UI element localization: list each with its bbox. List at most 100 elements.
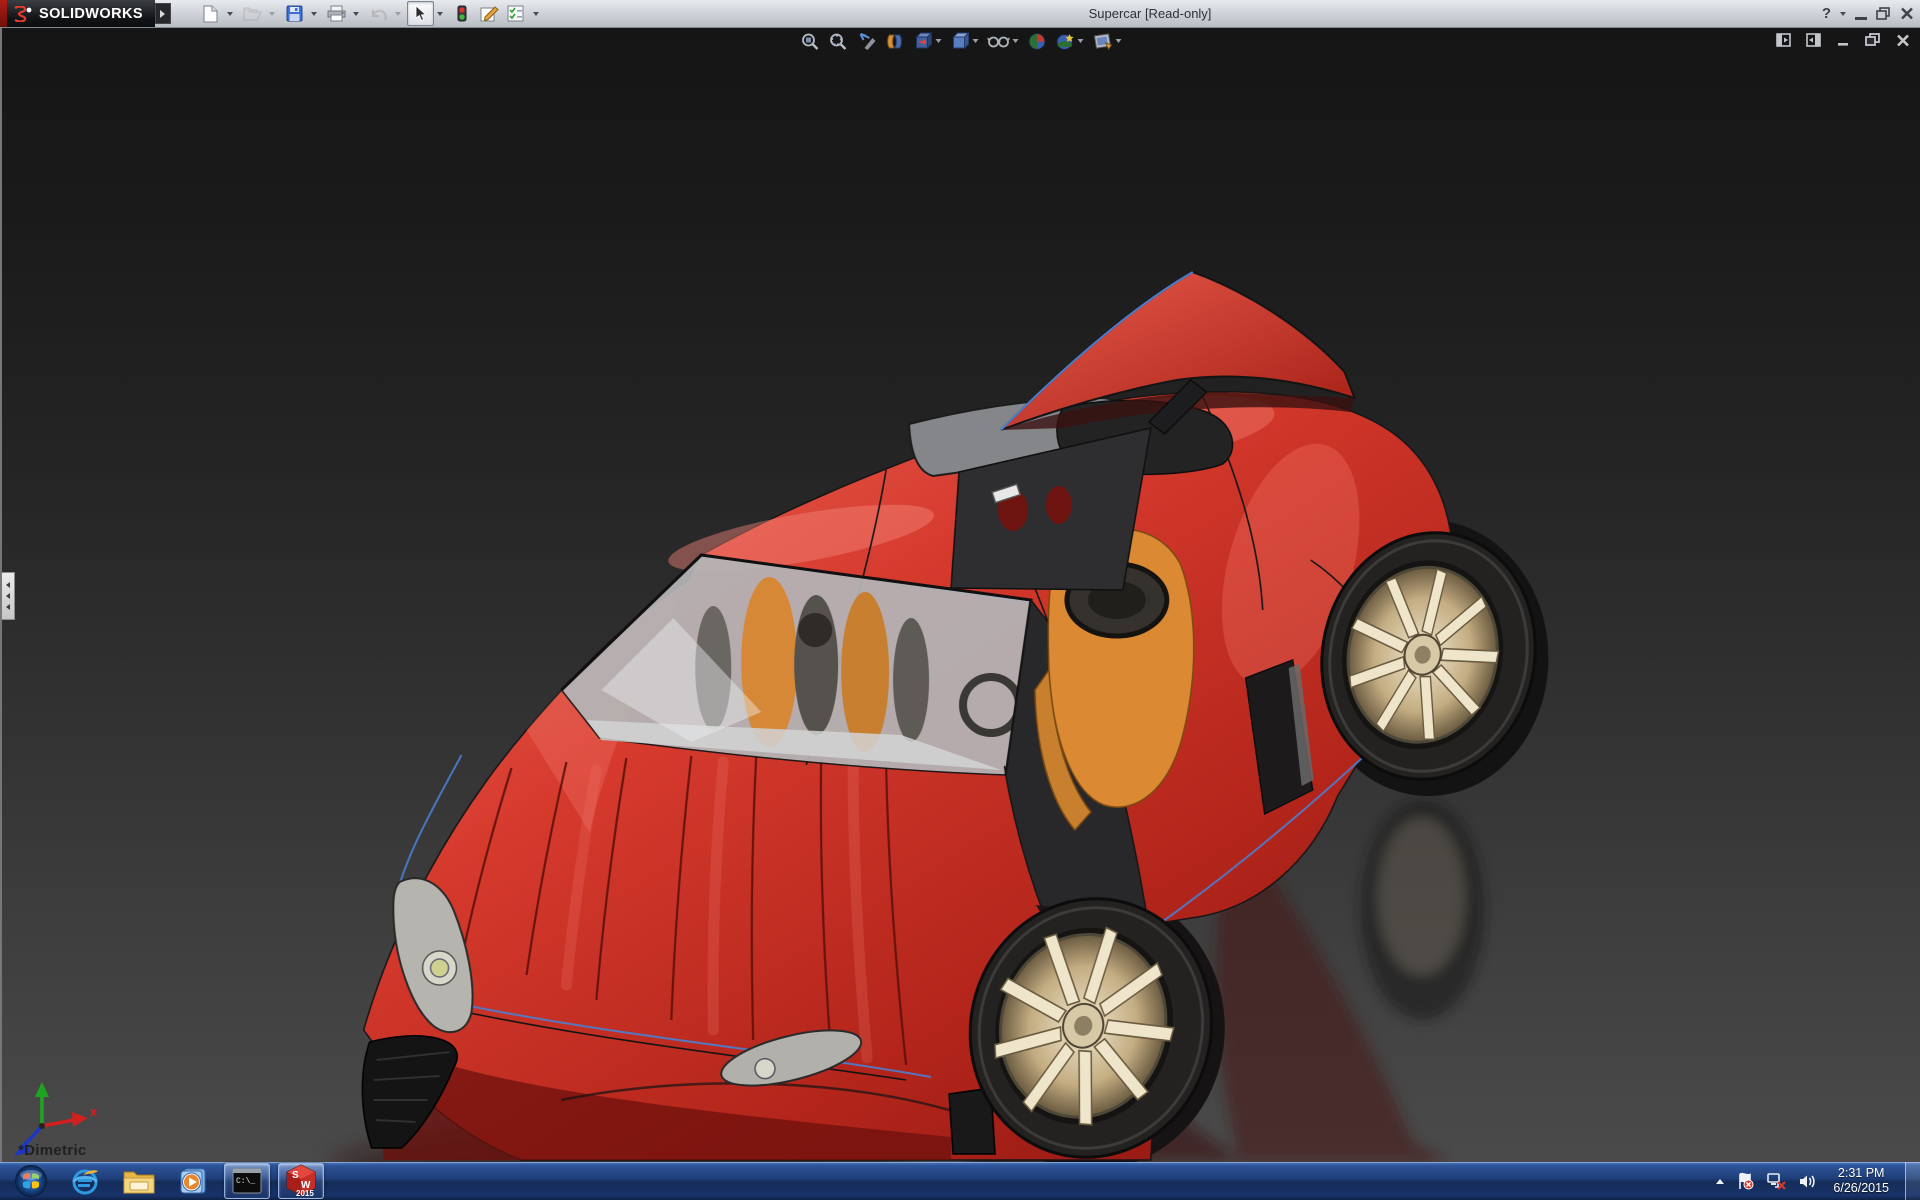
options-caret[interactable] [530, 2, 542, 25]
view-orientation-caret[interactable] [935, 39, 942, 43]
command-prompt-icon: C:\_ [232, 1168, 262, 1194]
zoom-to-area-icon [830, 33, 847, 50]
apply-scene-icon [1056, 33, 1074, 50]
edit-note-icon [480, 6, 499, 22]
save-caret[interactable] [308, 2, 320, 25]
options-checklist-icon [507, 5, 524, 22]
previous-view-button[interactable] [855, 30, 879, 52]
heads-up-view-toolbar [799, 30, 1124, 52]
view-orientation-icon [915, 31, 933, 49]
doc-minimize-button[interactable] [1836, 33, 1850, 47]
clock-date: 6/26/2015 [1833, 1181, 1889, 1195]
graphics-area[interactable]: x *Dimetric [0, 28, 1920, 1162]
print-button[interactable] [323, 1, 350, 26]
view-orientation-button[interactable] [912, 30, 944, 52]
doc-close-button[interactable] [1896, 34, 1910, 47]
logo-flyout-arrow[interactable] [154, 3, 171, 24]
3d-scene[interactable]: x [2, 28, 1920, 1162]
document-window-controls [1776, 33, 1910, 47]
display-style-button[interactable] [949, 30, 981, 52]
windows-start-icon [15, 1165, 47, 1197]
hide-show-items-icon [987, 36, 1010, 48]
edit-note-button[interactable] [476, 1, 503, 26]
help-caret[interactable] [1840, 11, 1846, 16]
solidworks-window: SOLIDWORKS Supercar [Read-only] ? x *Dim… [0, 0, 1920, 1200]
solidworks-logo-icon [14, 5, 32, 22]
triad-x-label: x [90, 1104, 98, 1119]
new-document-caret[interactable] [224, 2, 236, 25]
logo-text: SOLIDWORKS [39, 5, 143, 22]
taskbar-clock[interactable]: 2:31 PM 6/26/2015 [1833, 1166, 1889, 1196]
volume-icon[interactable] [1798, 1173, 1817, 1190]
collapse-arrow-icon [6, 582, 10, 588]
print-caret[interactable] [350, 2, 362, 25]
window-titlebar: SOLIDWORKS Supercar [Read-only] ? [0, 0, 1920, 28]
windows-taskbar: C:\_ S W 2015 2:31 PM 6/26/2015 [0, 1162, 1920, 1200]
apply-scene-button[interactable] [1054, 30, 1086, 52]
apply-scene-caret[interactable] [1077, 39, 1084, 43]
save-icon [286, 5, 303, 22]
select-caret[interactable] [434, 2, 446, 25]
doc-restore-button[interactable] [1865, 33, 1881, 47]
hide-show-items-button[interactable] [986, 30, 1021, 52]
pane-toggle-left-icon[interactable] [1776, 33, 1791, 47]
undo-button[interactable] [365, 1, 392, 26]
window-controls: ? [1822, 0, 1914, 27]
select-cursor-icon [415, 5, 427, 22]
new-document-icon [203, 5, 218, 22]
print-icon [327, 5, 346, 22]
brand-red-edge [0, 0, 7, 27]
window-title: Supercar [Read-only] [1088, 6, 1212, 21]
taskbar-internet-explorer[interactable] [62, 1163, 108, 1199]
open-icon [243, 7, 262, 20]
save-button[interactable] [281, 1, 308, 26]
help-button[interactable]: ? [1822, 6, 1831, 21]
show-hidden-icons-button[interactable] [1716, 1178, 1725, 1184]
undo-caret[interactable] [392, 2, 404, 25]
action-center-icon[interactable] [1736, 1172, 1754, 1190]
system-tray: 2:31 PM 6/26/2015 [1716, 1162, 1920, 1200]
display-style-caret[interactable] [972, 39, 979, 43]
display-style-icon [952, 31, 970, 49]
cmd-icon-text: C:\_ [236, 1177, 255, 1186]
clock-time: 2:31 PM [1837, 1166, 1885, 1180]
taskbar-file-explorer[interactable] [116, 1163, 162, 1199]
feature-tree-flyout-tab[interactable] [2, 572, 15, 620]
main-toolbar [197, 1, 545, 26]
solidworks-logo: SOLIDWORKS [7, 0, 155, 27]
start-button[interactable] [8, 1163, 54, 1199]
edit-appearance-button[interactable] [1026, 30, 1049, 52]
flyout-arrow-icon [160, 9, 166, 18]
show-desktop-button[interactable] [1905, 1162, 1920, 1200]
supercar-model[interactable] [361, 270, 1557, 1162]
section-view-button[interactable] [884, 30, 907, 52]
taskbar-media-player[interactable] [170, 1163, 216, 1199]
internet-explorer-icon [72, 1169, 98, 1195]
zoom-to-fit-icon [802, 33, 819, 50]
hide-show-caret[interactable] [1012, 39, 1019, 43]
view-settings-caret[interactable] [1115, 39, 1122, 43]
taskbar-command-prompt[interactable]: C:\_ [224, 1163, 270, 1199]
open-caret[interactable] [266, 2, 278, 25]
media-player-icon [180, 1168, 206, 1194]
open-button[interactable] [239, 1, 266, 26]
minimize-button[interactable] [1855, 16, 1867, 20]
zoom-to-area-button[interactable] [827, 30, 850, 52]
collapse-arrow-icon [6, 604, 10, 610]
network-status-icon[interactable] [1766, 1172, 1787, 1190]
options-checklist-button[interactable] [503, 1, 530, 26]
traffic-light-button[interactable] [449, 1, 476, 26]
view-settings-button[interactable] [1091, 30, 1124, 52]
zoom-to-fit-button[interactable] [799, 30, 822, 52]
restore-button[interactable] [1876, 6, 1891, 21]
previous-view-icon [859, 33, 876, 50]
new-document-button[interactable] [197, 1, 224, 26]
triad-y-arrow [34, 1082, 49, 1097]
pane-toggle-right-icon[interactable] [1806, 33, 1821, 47]
sw-letter-s: S [292, 1170, 299, 1181]
undo-icon [372, 9, 388, 21]
taskbar-solidworks[interactable]: S W 2015 [278, 1163, 324, 1199]
traffic-light-icon [457, 5, 467, 22]
close-button[interactable] [1900, 7, 1914, 20]
select-button[interactable] [406, 1, 434, 26]
